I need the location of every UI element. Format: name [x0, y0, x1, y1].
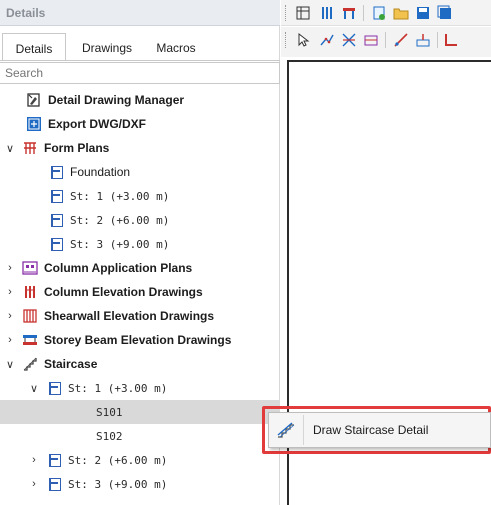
tree-item-staircase-st1[interactable]: ∨ St: 1 (+3.00 m): [0, 376, 280, 400]
plan-icon: [46, 452, 62, 468]
toolbar-grip[interactable]: [285, 32, 288, 48]
open-folder-icon[interactable]: [393, 5, 409, 21]
tree-item-label: Column Application Plans: [44, 261, 193, 275]
toolbar-top: [281, 0, 491, 26]
staircase-icon: [22, 356, 38, 372]
tree-item-label: Form Plans: [44, 141, 110, 155]
polyline-icon[interactable]: [319, 32, 335, 48]
tab-details[interactable]: Details: [2, 33, 66, 61]
drawing-manager-icon: [26, 92, 42, 108]
tree-item-s102[interactable]: S102: [0, 424, 280, 448]
menu-icon-separator: [303, 415, 304, 445]
toolbar-draw: [281, 27, 491, 57]
tree-item-form-plans[interactable]: ∨ Form Plans: [0, 136, 280, 160]
chevron-right-icon[interactable]: ›: [4, 334, 16, 346]
tree-item-column-application-plans[interactable]: › Column Application Plans: [0, 256, 280, 280]
chevron-down-icon[interactable]: ∨: [4, 358, 16, 371]
tree-item-label: S102: [96, 429, 123, 443]
tree-item-label: S101: [96, 405, 123, 419]
tab-strip: Details Drawings Macros: [0, 33, 280, 61]
tree-item-label: Export DWG/DXF: [48, 117, 146, 131]
context-menu: Draw Staircase Detail: [268, 412, 491, 448]
tree-item-label: Staircase: [44, 357, 98, 371]
shearwall-icon: [22, 308, 38, 324]
column-elevation-icon: [22, 284, 38, 300]
columns-icon[interactable]: [319, 5, 335, 21]
tree-item-label: St: 1 (+3.00 m): [68, 381, 168, 395]
chevron-down-icon[interactable]: ∨: [4, 142, 16, 155]
tree-item-storey-beam-elevation-drawings[interactable]: › Storey Beam Elevation Drawings: [0, 328, 280, 352]
tree-item-s101[interactable]: S101: [0, 400, 280, 424]
tree-item-form-st3[interactable]: St: 3 (+9.00 m): [0, 232, 280, 256]
tree-item-staircase-st3[interactable]: › St: 3 (+9.00 m): [0, 472, 280, 496]
tree-item-label: St: 3 (+9.00 m): [70, 237, 170, 251]
plan-icon: [48, 236, 64, 252]
toolbar-grip[interactable]: [285, 5, 288, 21]
chevron-right-icon[interactable]: ›: [4, 310, 16, 322]
panel-title: Details: [0, 0, 280, 26]
new-file-icon[interactable]: [371, 5, 387, 21]
tree-item-label: St: 1 (+3.00 m): [70, 189, 170, 203]
save-all-icon[interactable]: [437, 5, 453, 21]
tree-item-label: St: 3 (+9.00 m): [68, 477, 168, 491]
tree-item-label: St: 2 (+6.00 m): [70, 213, 170, 227]
toolbar-separator: [437, 32, 438, 48]
chevron-right-icon[interactable]: ›: [28, 454, 40, 466]
chevron-right-icon[interactable]: ›: [4, 286, 16, 298]
grid-icon[interactable]: [295, 5, 311, 21]
tab-drawings[interactable]: Drawings: [74, 33, 140, 61]
dimension-icon[interactable]: [363, 32, 379, 48]
plan-icon: [48, 164, 64, 180]
tree-item-column-elevation-drawings[interactable]: › Column Elevation Drawings: [0, 280, 280, 304]
column-plans-icon: [22, 260, 38, 276]
tab-divider: [0, 60, 280, 61]
beam-icon: [22, 332, 38, 348]
toolbar-separator: [385, 32, 386, 48]
select-arrow-icon[interactable]: [295, 32, 311, 48]
tree-item-label: Storey Beam Elevation Drawings: [44, 333, 232, 347]
corner-icon[interactable]: [443, 32, 459, 48]
toolbar-separator: [363, 5, 364, 21]
annotation-icon[interactable]: [415, 32, 431, 48]
export-dwg-icon: [26, 116, 42, 132]
tree-item-staircase[interactable]: ∨ Staircase: [0, 352, 280, 376]
plan-icon: [48, 188, 64, 204]
tree-item-label: Shearwall Elevation Drawings: [44, 309, 215, 323]
chevron-right-icon[interactable]: ›: [4, 262, 16, 274]
tree-item-label: Column Elevation Drawings: [44, 285, 203, 299]
cross-lines-icon[interactable]: [341, 32, 357, 48]
tab-macros[interactable]: Macros: [146, 33, 206, 61]
chevron-down-icon[interactable]: ∨: [28, 382, 40, 395]
tree-item-label: Foundation: [70, 165, 131, 179]
tree-item-label: St: 2 (+6.00 m): [68, 453, 168, 467]
chevron-right-icon[interactable]: ›: [28, 478, 40, 490]
search-input[interactable]: [0, 62, 280, 84]
beam-tool-icon[interactable]: [341, 5, 357, 21]
tree-item-label: Detail Drawing Manager: [48, 93, 185, 107]
plan-icon: [46, 380, 62, 396]
tree-item-export-dwg[interactable]: Export DWG/DXF: [0, 112, 280, 136]
tree-item-staircase-st2[interactable]: › St: 2 (+6.00 m): [0, 448, 280, 472]
staircase-detail-icon: [275, 420, 299, 440]
tree-item-shearwall-elevation-drawings[interactable]: › Shearwall Elevation Drawings: [0, 304, 280, 328]
tree-item-form-st2[interactable]: St: 2 (+6.00 m): [0, 208, 280, 232]
tree-item-form-st1[interactable]: St: 1 (+3.00 m): [0, 184, 280, 208]
save-icon[interactable]: [415, 5, 431, 21]
plan-icon: [48, 212, 64, 228]
details-panel: Details Details Drawings Macros Detail D…: [0, 0, 280, 505]
plan-icon: [46, 476, 62, 492]
line-tool-icon[interactable]: [393, 32, 409, 48]
tree-item-detail-drawing-manager[interactable]: Detail Drawing Manager: [0, 88, 280, 112]
menu-item-label: Draw Staircase Detail: [313, 423, 429, 437]
tree-item-foundation[interactable]: Foundation: [0, 160, 280, 184]
form-plans-icon: [22, 140, 38, 156]
